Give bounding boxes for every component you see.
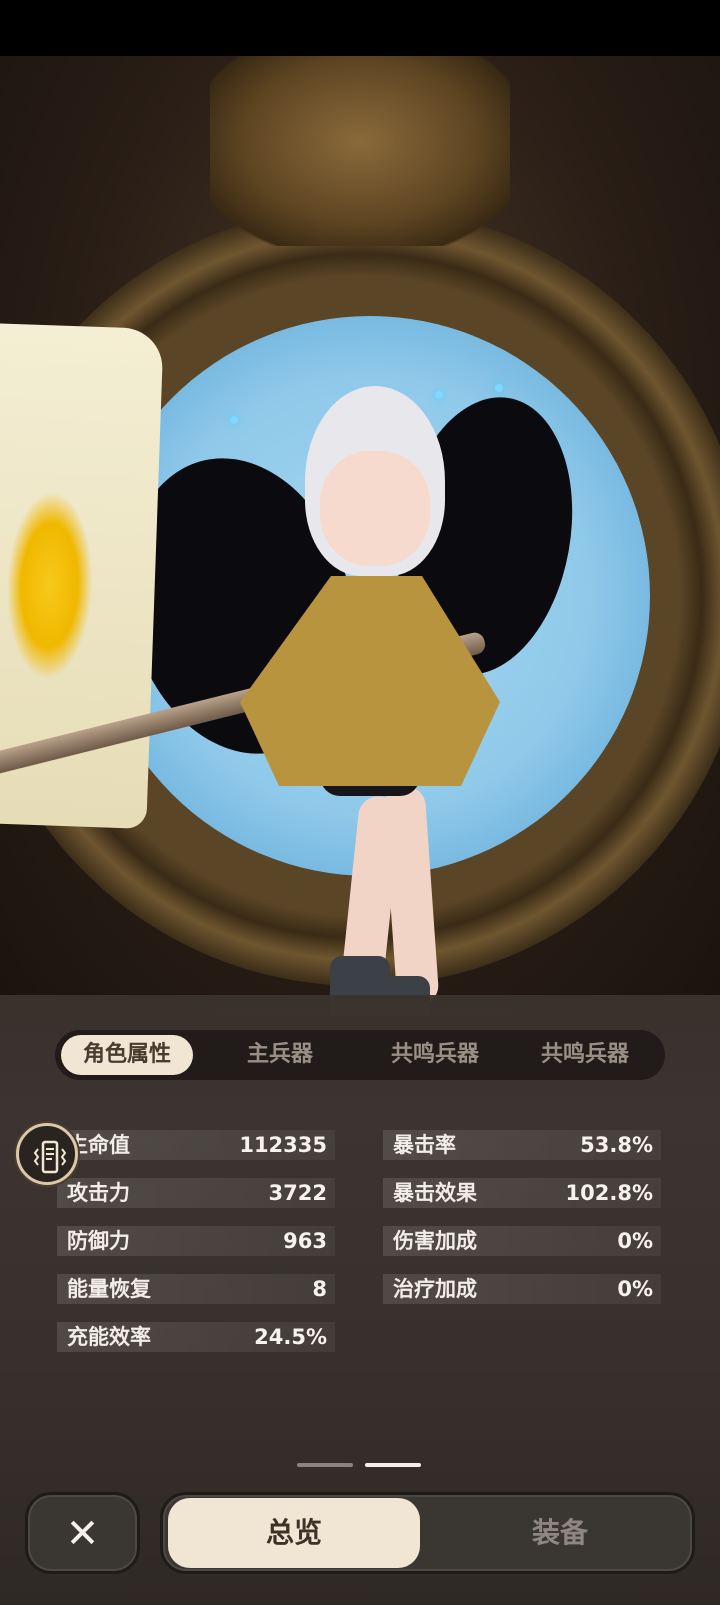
close-icon: ✕ — [65, 1511, 100, 1557]
stat-value: 102.8% — [565, 1181, 653, 1205]
vibration-toggle-button[interactable] — [16, 1123, 78, 1185]
dragon-crest — [210, 56, 510, 246]
spark — [495, 384, 503, 392]
stat-label: 暴击率 — [393, 1133, 456, 1157]
status-bar — [0, 0, 720, 56]
stat-label: 能量恢复 — [67, 1277, 151, 1301]
tab-main-weapon[interactable]: 主兵器 — [215, 1035, 345, 1075]
character-scene — [0, 56, 720, 1016]
stat-value: 963 — [283, 1229, 327, 1253]
stat-label: 伤害加成 — [393, 1229, 477, 1253]
stat-label: 充能效率 — [67, 1325, 151, 1349]
spark — [435, 391, 443, 399]
close-button[interactable]: ✕ — [25, 1492, 140, 1574]
stats-tab-bar: 角色属性 主兵器 共鸣兵器 共鸣兵器 — [55, 1030, 665, 1080]
stat-value: 8 — [312, 1277, 327, 1301]
stat-value: 24.5% — [254, 1325, 327, 1349]
stat-value: 0% — [617, 1277, 653, 1301]
tab-resonance-weapon-2[interactable]: 共鸣兵器 — [510, 1035, 660, 1075]
stat-row: 生命值 112335 — [57, 1130, 335, 1160]
stat-label: 攻击力 — [67, 1181, 130, 1205]
stat-row: 伤害加成 0% — [383, 1226, 661, 1256]
stat-value: 3722 — [268, 1181, 327, 1205]
stat-label: 暴击效果 — [393, 1181, 477, 1205]
stat-row: 治疗加成 0% — [383, 1274, 661, 1304]
banner-emblem — [0, 473, 104, 698]
stat-row: 充能效率 24.5% — [57, 1322, 335, 1352]
pager-dot-2[interactable] — [365, 1463, 421, 1467]
stat-row: 攻击力 3722 — [57, 1178, 335, 1208]
spark — [230, 416, 238, 424]
phone-vibrate-icon — [33, 1140, 67, 1174]
stat-label: 治疗加成 — [393, 1277, 477, 1301]
overview-button[interactable]: 总览 — [168, 1498, 420, 1568]
character-face — [320, 451, 430, 566]
stat-row: 暴击率 53.8% — [383, 1130, 661, 1160]
stat-row: 能量恢复 8 — [57, 1274, 335, 1304]
pager-dot-1[interactable] — [297, 1463, 353, 1467]
tab-resonance-weapon-1[interactable]: 共鸣兵器 — [355, 1035, 515, 1075]
stat-value: 112335 — [239, 1133, 327, 1157]
stat-row: 防御力 963 — [57, 1226, 335, 1256]
stat-label: 防御力 — [67, 1229, 130, 1253]
stat-value: 53.8% — [580, 1133, 653, 1157]
tab-character-attributes[interactable]: 角色属性 — [61, 1035, 193, 1075]
stat-row: 暴击效果 102.8% — [383, 1178, 661, 1208]
stat-value: 0% — [617, 1229, 653, 1253]
equipment-button[interactable]: 装备 — [460, 1498, 660, 1568]
